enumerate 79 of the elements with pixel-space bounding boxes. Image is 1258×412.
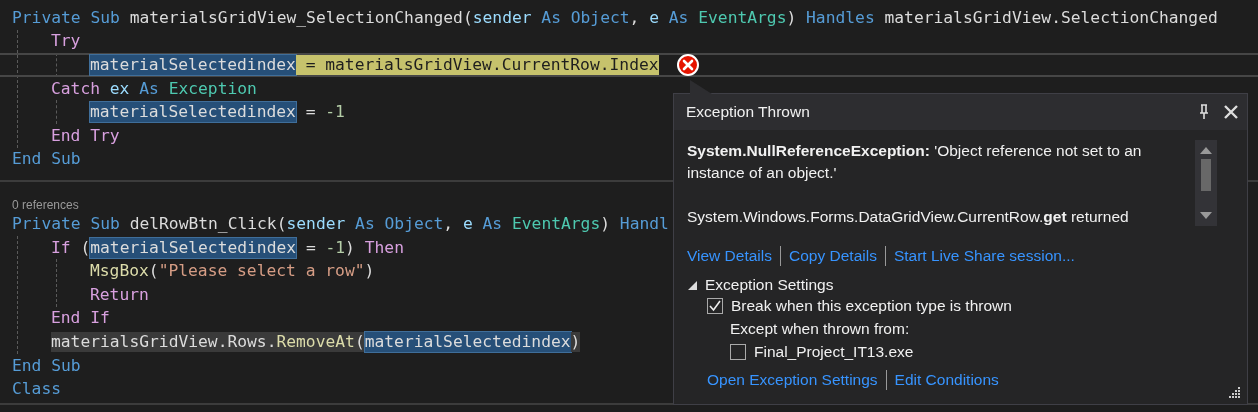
code-token: e xyxy=(649,7,659,28)
code-token: Then xyxy=(364,237,404,258)
code-token: Private xyxy=(12,7,81,28)
code-token: Handl xyxy=(619,213,669,234)
code-token: sender xyxy=(472,7,532,28)
except-label: Except when thrown from: xyxy=(730,319,911,339)
exception-detail: System.Windows.Forms.DataGridView.CurrentRow.get returned xyxy=(687,207,1130,227)
code-token: Class xyxy=(12,379,61,400)
code-token: As xyxy=(138,78,160,99)
checkbox-label: Break when this exception type is thrown xyxy=(731,297,1012,315)
code-token: ( xyxy=(354,331,365,352)
pin-icon[interactable] xyxy=(1199,104,1209,120)
code-token: "Please select a row" xyxy=(158,261,365,282)
code-token: Sub xyxy=(89,7,121,28)
code-token: Return xyxy=(90,284,149,305)
code-token: materialSelectedindex xyxy=(90,55,296,75)
code-token: -1 xyxy=(325,102,345,123)
code-token: End Sub xyxy=(12,355,81,376)
code-token: As Object xyxy=(354,213,444,234)
scrollbar-thumb[interactable] xyxy=(1201,159,1211,191)
code-token: End Sub xyxy=(12,149,81,170)
action-link[interactable]: Start Live Share session... xyxy=(893,247,1075,265)
action-link[interactable]: Open Exception Settings xyxy=(707,371,878,389)
checkbox[interactable] xyxy=(707,298,723,314)
popup-title: Exception Thrown xyxy=(686,103,810,121)
code-token: EventArgs xyxy=(512,213,601,234)
code-token: As Object xyxy=(540,7,630,28)
code-token: = xyxy=(304,102,317,123)
code-token: materialsGridView.Rows. xyxy=(51,331,277,352)
code-token: materialsGridView_SelectionChanged( xyxy=(129,7,473,28)
code-token: As xyxy=(667,7,690,28)
code-token: End If xyxy=(51,308,110,329)
code-token: ) xyxy=(786,7,798,28)
code-token: materialSelectedindex xyxy=(90,102,296,123)
code-token: = materialsGridView.CurrentRow.Index xyxy=(304,55,659,75)
code-token: ex xyxy=(108,78,130,99)
action-link[interactable]: Copy Details xyxy=(789,247,877,265)
code-token: Sub xyxy=(89,213,121,234)
code-token: Try xyxy=(51,31,81,52)
code-token: = xyxy=(304,237,317,258)
code-token: End Try xyxy=(51,125,120,146)
code-token: -1 xyxy=(325,237,346,258)
code-token: ) xyxy=(345,237,356,258)
code-token: MsgBox xyxy=(90,261,149,282)
code-token: As xyxy=(481,213,504,234)
checkbox-label: Final_Project_IT13.exe xyxy=(754,343,914,361)
error-icon[interactable] xyxy=(676,54,699,76)
code-token: materialSelectedindex xyxy=(90,237,297,258)
exception-message: System.NullReferenceException: 'Object reference not set to an instance of an object.' xyxy=(687,141,1143,183)
code-token: , xyxy=(629,7,641,28)
code-token: If xyxy=(51,237,71,258)
code-token: e xyxy=(462,213,473,234)
settings-expander[interactable]: Exception Settings xyxy=(687,276,834,294)
code-token: ) xyxy=(600,213,612,234)
scrollbar[interactable] xyxy=(1195,140,1217,226)
action-link[interactable]: View Details xyxy=(687,247,772,265)
code-token: materialSelectedindex xyxy=(364,331,571,352)
scroll-up-icon[interactable] xyxy=(1200,146,1212,154)
code-token: , xyxy=(443,213,455,234)
code-token: RemoveAt xyxy=(276,331,355,352)
checkbox[interactable] xyxy=(730,344,746,360)
scroll-down-icon[interactable] xyxy=(1200,212,1212,220)
code-token: EventArgs xyxy=(698,7,787,28)
code-token: ) xyxy=(364,261,375,282)
action-link[interactable]: Edit Conditions xyxy=(894,371,999,389)
code-token: ( xyxy=(79,237,91,258)
close-icon[interactable] xyxy=(1223,104,1239,120)
code-token: ) xyxy=(570,331,581,352)
code-token: Handles xyxy=(806,7,875,28)
code-token: Exception xyxy=(168,78,257,99)
resize-grip-icon[interactable] xyxy=(1229,386,1241,398)
code-token: delRowBtn_Click( xyxy=(129,213,287,234)
code-token: Catch xyxy=(51,78,100,99)
codelens-label[interactable]: 0 references xyxy=(12,194,79,213)
code-token: Private xyxy=(12,213,81,234)
code-token: ( xyxy=(148,261,159,282)
code-token: materialsGridView.SelectionChanged xyxy=(883,7,1218,28)
code-token: sender xyxy=(286,213,346,234)
expander-icon xyxy=(687,279,698,291)
